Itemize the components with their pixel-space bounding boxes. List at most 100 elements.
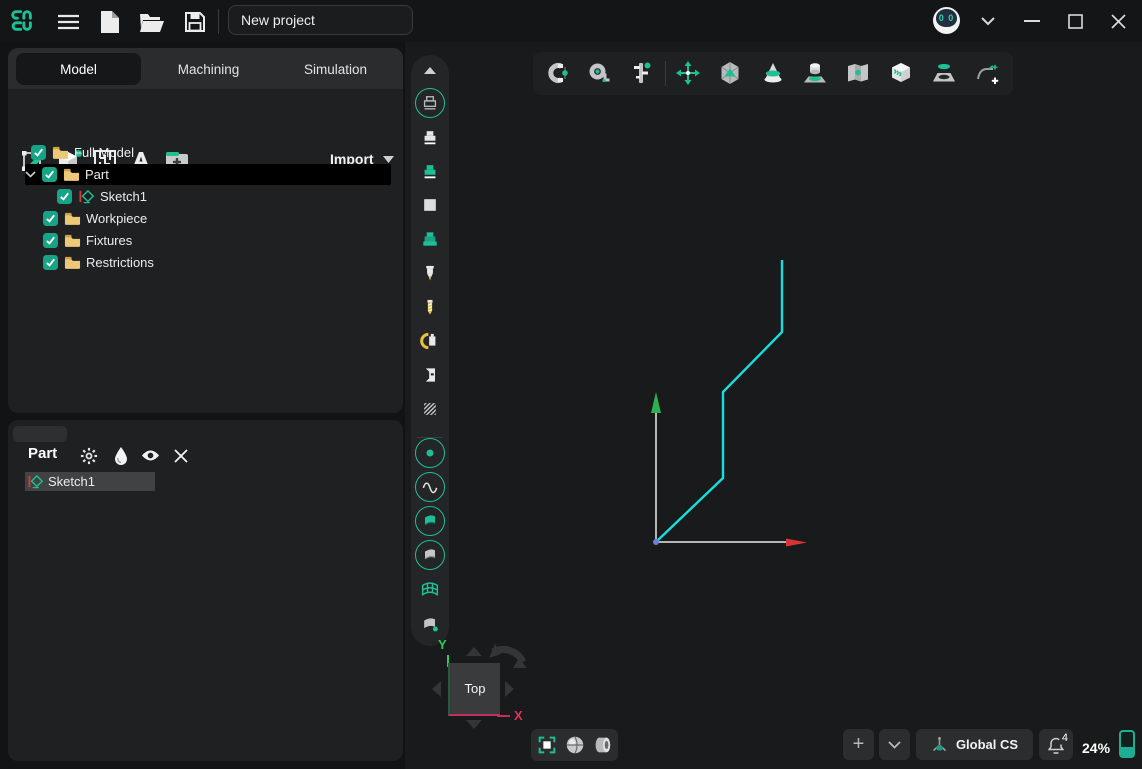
properties-title: Part (28, 445, 57, 462)
tree-item-restrictions[interactable]: Restrictions (8, 252, 438, 273)
x-axis-arrowhead (786, 539, 807, 547)
coordinate-system-icon (931, 736, 948, 753)
folder-icon (63, 167, 80, 182)
assistant-avatar[interactable]: 0 0 (933, 7, 960, 34)
checkbox-checked-icon[interactable] (42, 167, 57, 182)
origin-point (653, 539, 659, 545)
unfold-map-icon[interactable] (845, 60, 871, 86)
turning-view-icon[interactable] (590, 733, 614, 757)
sketch-polyline[interactable] (656, 260, 782, 542)
visibility-eye-icon[interactable] (141, 446, 160, 465)
add-transition-icon[interactable] (974, 60, 1000, 86)
tool-cutter-icon[interactable] (418, 261, 442, 285)
tab-machining[interactable]: Machining (145, 53, 272, 85)
tree-item-label: Workpiece (86, 211, 147, 226)
maximize-button[interactable] (1055, 0, 1095, 42)
sketch-icon (78, 189, 95, 204)
tree-item-label: Full Model (74, 145, 134, 160)
avatar-eyes: 0 0 (933, 13, 960, 23)
stock-result-icon[interactable] (418, 227, 442, 251)
filter-face-icon[interactable] (415, 506, 445, 536)
roll-rotate-arrow[interactable] (485, 638, 533, 680)
project-name-input[interactable] (228, 5, 413, 35)
hamburger-menu-icon[interactable] (55, 9, 81, 35)
workpiece-sheet-icon[interactable] (418, 363, 442, 387)
checkbox-checked-icon[interactable] (43, 233, 58, 248)
modeling-operations-toolbar (533, 52, 1013, 95)
stock-small-icon[interactable] (418, 125, 442, 149)
shading-sphere-icon[interactable] (563, 733, 587, 757)
part-properties-panel: Part Sketch1 (8, 420, 403, 761)
y-axis-arrowhead (651, 392, 661, 413)
x-axis-tick (497, 715, 510, 717)
open-project-icon[interactable] (138, 9, 164, 35)
plus-icon: + (853, 733, 865, 756)
polygonize-sphere-icon[interactable] (717, 60, 743, 86)
tree-item-workpiece[interactable]: Workpiece (8, 208, 438, 229)
global-cs-button[interactable]: Global CS (916, 729, 1033, 760)
plain-plate-icon[interactable] (418, 193, 442, 217)
checkbox-checked-icon[interactable] (57, 189, 72, 204)
tool-drill-icon[interactable] (418, 295, 442, 319)
move-object-icon[interactable] (675, 60, 701, 86)
tab-model-label: Model (60, 62, 97, 77)
fit-view-icon[interactable] (535, 733, 559, 757)
tree-item-fixtures[interactable]: Fixtures (8, 230, 438, 251)
minimize-button[interactable] (1012, 0, 1052, 42)
cs-list-expand-button[interactable] (879, 729, 910, 760)
assistant-dropdown-chevron-icon[interactable] (968, 0, 1008, 42)
tree-item-part[interactable]: Part (8, 164, 403, 185)
restriction-hatch-icon[interactable] (418, 397, 442, 421)
close-panel-icon[interactable] (171, 446, 190, 465)
stock-teal-icon[interactable] (418, 159, 442, 183)
global-cs-label: Global CS (956, 737, 1018, 752)
machining-setup-icon-selected[interactable] (415, 88, 445, 118)
rotate-left-arrow[interactable] (432, 681, 441, 697)
chevron-down-icon (888, 741, 901, 749)
snap-magnet-icon[interactable] (543, 60, 569, 86)
filter-curve-icon[interactable] (415, 472, 445, 502)
caliper-icon[interactable] (628, 60, 654, 86)
application-window: 0 0 Model Machining Simulation (0, 0, 1142, 769)
tab-simulation[interactable]: Simulation (274, 53, 397, 85)
add-coordinate-system-button[interactable]: + (843, 729, 874, 760)
box-mesh-icon[interactable] (888, 60, 914, 86)
stamp-extrude-icon[interactable] (802, 60, 828, 86)
expand-chevron-icon[interactable] (25, 171, 36, 178)
tree-item-label: Restrictions (86, 255, 154, 270)
new-project-icon[interactable] (97, 9, 123, 35)
settings-gear-icon[interactable] (79, 446, 98, 465)
filter-mesh-icon[interactable] (418, 578, 442, 602)
sketch-icon (27, 474, 44, 489)
checkbox-checked-icon[interactable] (31, 145, 46, 160)
notifications-button[interactable]: 4 (1039, 729, 1073, 760)
rotate-right-arrow[interactable] (505, 681, 514, 697)
measure-tape-icon[interactable] (586, 60, 612, 86)
resource-gauge-fill (1121, 747, 1133, 756)
scroll-up-icon[interactable] (418, 58, 442, 82)
properties-item-sketch1[interactable]: Sketch1 (25, 472, 155, 491)
plane-hole-icon[interactable] (931, 60, 957, 86)
properties-item-label: Sketch1 (48, 474, 95, 489)
tree-item-full-model[interactable]: Full Model (8, 142, 426, 163)
view-cube: Y Top X (425, 630, 555, 745)
resource-gauge (1119, 730, 1135, 758)
tab-model[interactable]: Model (16, 53, 141, 85)
fixture-clamp-icon[interactable] (418, 329, 442, 353)
folder-icon (64, 233, 81, 248)
filter-point-icon[interactable] (415, 438, 445, 468)
tree-item-sketch1[interactable]: Sketch1 (8, 186, 452, 207)
checkbox-checked-icon[interactable] (43, 255, 58, 270)
rotate-down-arrow[interactable] (466, 720, 482, 729)
folder-icon (64, 211, 81, 226)
checkbox-checked-icon[interactable] (43, 211, 58, 226)
panel-drag-tab[interactable] (13, 426, 67, 442)
filter-surface-icon[interactable] (415, 540, 445, 570)
rotate-up-arrow[interactable] (466, 647, 482, 656)
cone-feature-icon[interactable] (760, 60, 786, 86)
tab-machining-label: Machining (178, 62, 240, 77)
save-project-icon[interactable] (182, 9, 208, 35)
material-droplet-icon[interactable] (111, 446, 130, 465)
close-button[interactable] (1098, 0, 1138, 42)
view-cube-x-label: X (514, 708, 523, 723)
